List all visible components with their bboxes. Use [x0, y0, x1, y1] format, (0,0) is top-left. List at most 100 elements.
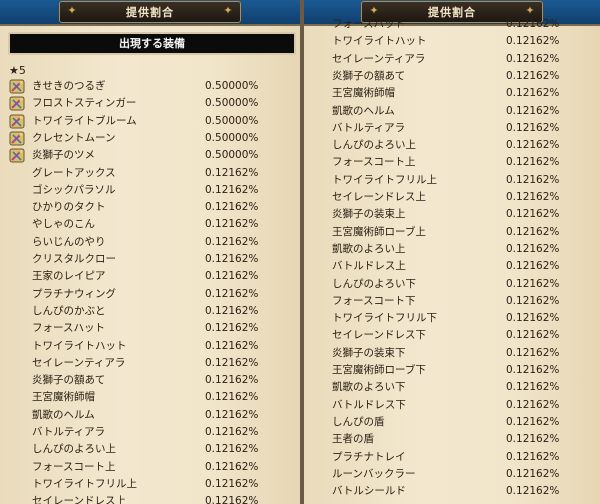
drop-rate: 0.12162% [506, 450, 560, 463]
drop-rate: 0.12162% [205, 235, 259, 248]
equipment-name: らいじんのやり [32, 235, 106, 248]
drop-rate: 0.50000% [205, 114, 259, 127]
equipment-name: フォースハット [32, 322, 105, 335]
drop-rate: 0.12162% [506, 156, 560, 169]
equipment-name: フォースコート上 [32, 460, 116, 473]
equipment-row: 王宮魔術師帽 0.12162% [0, 389, 300, 406]
equipment-row: トワイライトフリル上 0.12162% [0, 476, 300, 493]
drop-rate: 0.12162% [506, 329, 560, 342]
drop-rate: 0.50000% [205, 131, 259, 144]
equipment-name: トワイライトブルーム [32, 114, 137, 127]
equipment-row: 王宮魔術師帽 0.12162% [304, 85, 600, 102]
drop-rate: 0.12162% [506, 104, 560, 117]
equipment-name: セイレーンティアラ [32, 356, 126, 369]
equipment-row: トワイライトフリル下 0.12162% [304, 310, 600, 327]
equipment-name: ひかりのタクト [32, 201, 106, 214]
equipment-name: フォースコート下 [332, 294, 416, 307]
equipment-name: フロストスティンガー [32, 97, 137, 110]
equipment-name: 王宮魔術師帽 [32, 391, 95, 404]
equipment-row: フォースコート上 0.12162% [304, 154, 600, 171]
equipment-row: ルーンバックラー 0.12162% [304, 466, 600, 483]
drop-rate: 0.12162% [205, 183, 259, 196]
drop-rate: 0.12162% [205, 253, 259, 265]
equipment-row: 炎獅子の装束下 0.12162% [304, 345, 600, 362]
equipment-row: らいじんのやり 0.12162% [0, 234, 300, 251]
equipment-row: やしゃのこん 0.12162% [0, 216, 300, 233]
equipment-name: 凱歌のよろい上 [332, 242, 406, 255]
equipment-row: フォースコート下 0.12162% [304, 293, 600, 310]
weapon-icon [9, 114, 25, 129]
equipment-row: 炎獅子の額あて 0.12162% [304, 68, 600, 85]
equipment-row: しんぴのよろい上 0.12162% [0, 441, 300, 458]
equipment-row: フォースコート上 0.12162% [0, 459, 300, 476]
drop-rate: 0.12162% [205, 270, 259, 283]
equipment-name: トワイライトハット [332, 35, 427, 48]
drop-rate: 0.12162% [205, 304, 259, 317]
equipment-row: バトルティアラ 0.12162% [304, 120, 600, 137]
equipment-row: ひかりのタクト 0.12162% [0, 199, 300, 216]
drop-rate: 0.12162% [205, 391, 259, 404]
drop-rate: 0.50000% [205, 149, 259, 162]
equipment-name: 炎獅子のツメ [32, 149, 95, 162]
equipment-name: 王宮魔術師ローブ下 [332, 364, 426, 376]
drop-rate: 0.12162% [506, 208, 560, 221]
drop-rate: 0.12162% [506, 398, 560, 411]
left-header-plate: ✦ 提供割合 ✦ [59, 1, 241, 23]
equipment-name: 炎獅子の額あて [332, 69, 406, 82]
appearing-equipment-button[interactable]: 出現する装備 [8, 32, 296, 55]
drop-rate: 0.12162% [205, 287, 259, 300]
drop-rate: 0.12162% [506, 485, 560, 498]
header-title: 提供割合 [126, 6, 174, 19]
equipment-name: しんぴのよろい上 [32, 443, 116, 456]
drop-rate: 0.12162% [506, 52, 560, 65]
equipment-name: やしゃのこん [32, 218, 95, 231]
equipment-row: フォースハット 0.12162% [0, 320, 300, 337]
equipment-name: クリスタルクロー [32, 253, 116, 265]
drop-rate: 0.12162% [506, 260, 560, 273]
drop-rate: 0.12162% [506, 121, 560, 134]
drop-rate: 0.12162% [506, 69, 560, 82]
equipment-row: クリスタルクロー 0.12162% [0, 251, 300, 268]
drop-rate: 0.12162% [205, 460, 259, 473]
equipment-name: プラチナウィング [32, 287, 116, 300]
weapon-icon [9, 79, 25, 94]
equipment-row: 炎獅子の装束上 0.12162% [304, 206, 600, 223]
equipment-row: セイレーンティアラ 0.12162% [0, 355, 300, 372]
weapon-icon [9, 96, 25, 111]
equipment-row: セイレーンドレス上 0.12162% [0, 493, 300, 504]
equipment-row: 凱歌のよろい下 0.12162% [304, 379, 600, 396]
equipment-row: しんぴの盾 0.12162% [304, 414, 600, 431]
equipment-row: プラチナウィング 0.12162% [0, 286, 300, 303]
equipment-row: グレートアックス 0.12162% [0, 165, 300, 182]
equipment-name: 王家のレイピア [32, 270, 106, 283]
equipment-row: トワイライトフリル上 0.12162% [304, 172, 600, 189]
equipment-row: しんぴのよろい下 0.12162% [304, 276, 600, 293]
equipment-name: トワイライトフリル下 [332, 312, 437, 325]
star-rarity-label: ★5 [9, 64, 26, 77]
equipment-name: グレートアックス [32, 166, 116, 179]
drop-rate: 0.12162% [205, 218, 259, 231]
equipment-row: しんぴのかぶと 0.12162% [0, 303, 300, 320]
equipment-row: 王宮魔術師ローブ下 0.12162% [304, 362, 600, 379]
equipment-row: クレセントムーン 0.50000% [0, 130, 300, 147]
equipment-name: フォースコート上 [332, 156, 416, 169]
drop-rate: 0.12162% [205, 322, 259, 335]
equipment-name: バトルシールド [332, 485, 406, 498]
equipment-row: セイレーンティアラ 0.12162% [304, 51, 600, 68]
equipment-name: セイレーンドレス上 [332, 191, 426, 203]
drop-rate: 0.12162% [205, 443, 259, 456]
equipment-row: しんぴのよろい上 0.12162% [304, 137, 600, 154]
equipment-row: 凱歌のヘルム 0.12162% [0, 407, 300, 424]
equipment-name: プラチナトレイ [332, 450, 406, 463]
drop-rate: 0.12162% [506, 364, 560, 376]
drop-rate: 0.12162% [205, 374, 259, 387]
weapon-icon [9, 131, 25, 146]
equipment-row: セイレーンドレス下 0.12162% [304, 327, 600, 344]
equipment-row: 凱歌のよろい上 0.12162% [304, 241, 600, 258]
equipment-row: プラチナトレイ 0.12162% [304, 449, 600, 466]
drop-rate: 0.12162% [506, 277, 560, 290]
equipment-name: しんぴのよろい下 [332, 277, 416, 290]
equipment-name: 王宮魔術師ローブ上 [332, 225, 426, 238]
drop-rate: 0.12162% [506, 18, 560, 30]
drop-rate: 0.12162% [506, 294, 560, 307]
